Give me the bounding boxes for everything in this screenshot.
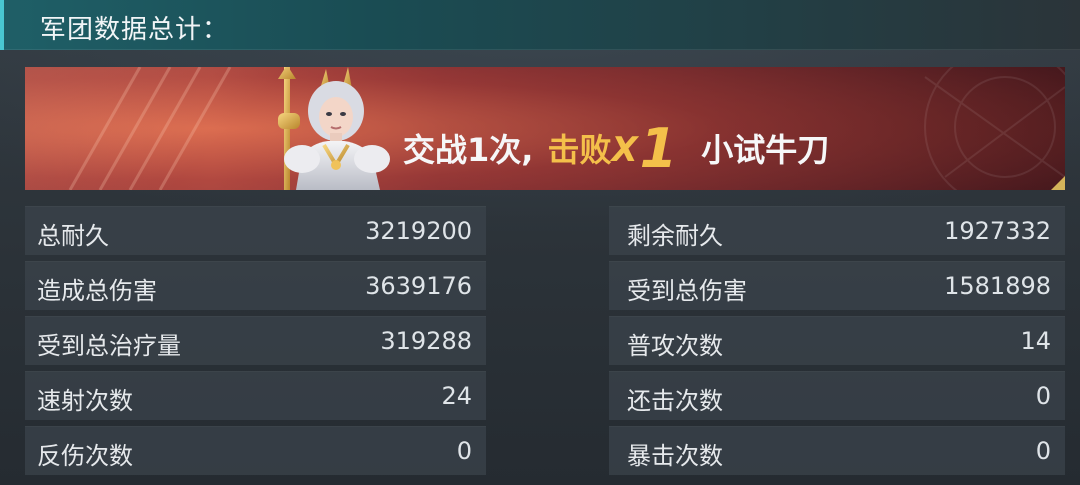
stat-value: 14: [1020, 327, 1051, 355]
stat-cell: 暴击次数 0: [609, 426, 1065, 475]
defeat-multiplier-x: X: [611, 130, 638, 170]
stat-label: 反伤次数: [37, 442, 133, 470]
stat-cell: 总耐久 3219200: [25, 206, 486, 255]
stat-cell: 受到总治疗量 319288: [25, 316, 486, 365]
stat-value: 0: [456, 437, 472, 465]
header-bar: 军团数据总计：: [0, 0, 1080, 50]
stat-cell: 速射次数 24: [25, 371, 486, 420]
character-portrait: [278, 67, 390, 190]
stat-label: 速射次数: [37, 387, 133, 415]
stats-row: 总耐久 3219200 剩余耐久 1927332: [25, 206, 1065, 255]
stat-value: 3219200: [365, 217, 472, 245]
rank-title: 小试牛刀: [701, 131, 830, 169]
stats-row: 速射次数 24 还击次数 0: [25, 371, 1065, 420]
stat-label: 造成总伤害: [37, 277, 157, 305]
banner-rings-decoration: [924, 67, 1065, 190]
defeat-label: 击败: [547, 131, 612, 169]
stat-value: 0: [1035, 382, 1051, 410]
stat-label: 受到总伤害: [627, 277, 747, 305]
stat-value: 0: [1035, 437, 1051, 465]
corner-marker-icon: [1051, 176, 1065, 190]
stat-cell: 还击次数 0: [609, 371, 1065, 420]
result-banner: 交战1次,击败X1小试牛刀 ❯❯❯❯❯❯❯❯❯❯❯❯❯❯❯❯❯❯❯❯❯❯: [25, 67, 1065, 190]
stat-value: 319288: [380, 327, 472, 355]
stat-cell: 反伤次数 0: [25, 426, 486, 475]
stat-label: 剩余耐久: [627, 222, 723, 250]
section-title: 军团数据总计：: [40, 15, 230, 45]
stat-value: 3639176: [365, 272, 472, 300]
stat-label: 暴击次数: [627, 442, 723, 470]
header-accent: [0, 0, 4, 50]
stat-cell: 普攻次数 14: [609, 316, 1065, 365]
defeat-count: 1: [639, 117, 678, 180]
stats-row: 反伤次数 0 暴击次数 0: [25, 426, 1065, 475]
stat-label: 总耐久: [37, 222, 109, 250]
stat-value: 1927332: [944, 217, 1051, 245]
battle-count-text: 交战1次,: [403, 131, 534, 169]
stat-label: 受到总治疗量: [37, 332, 181, 360]
stats-row: 受到总治疗量 319288 普攻次数 14: [25, 316, 1065, 365]
battle-summary: 交战1次, 击败X1 小试牛刀: [403, 111, 829, 180]
screen: 军团数据总计： 交战1次, 击败X1 小试牛刀 总耐久 3219200 剩余耐久…: [0, 0, 1080, 485]
stat-label: 普攻次数: [627, 332, 723, 360]
stat-cell: 造成总伤害 3639176: [25, 261, 486, 310]
stats-table: 总耐久 3219200 剩余耐久 1927332 造成总伤害 3639176 受…: [25, 206, 1065, 481]
stat-value: 24: [441, 382, 472, 410]
stat-value: 1581898: [944, 272, 1051, 300]
stat-label: 还击次数: [627, 387, 723, 415]
banner-stripes-decoration: [68, 67, 232, 190]
stats-row: 造成总伤害 3639176 受到总伤害 1581898: [25, 261, 1065, 310]
stat-cell: 受到总伤害 1581898: [609, 261, 1065, 310]
stat-cell: 剩余耐久 1927332: [609, 206, 1065, 255]
